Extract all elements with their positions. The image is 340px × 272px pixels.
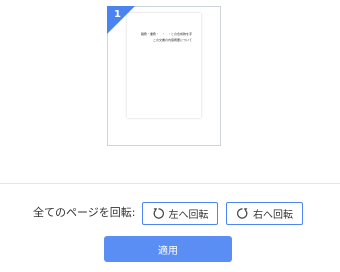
rotate-all-label: 全てのページを回転: [33,206,136,219]
page-sheet: 職務・業務・ ・ ・との合成物を手 この文書の内容概要について [127,13,201,118]
document-text-line: この文書の内容概要について [153,38,192,42]
divider [0,183,340,184]
rotate-left-label: 左へ回転 [168,210,209,221]
rotate-right-button[interactable]: 右へ回転 [226,202,303,225]
rotate-right-label: 右へ回転 [253,210,293,221]
rotate-all-row: 全てのページを回転: 左へ回転 右へ回転 [0,201,340,227]
page-number-badge: 1 [107,6,135,34]
page-preview-area: 職務・業務・ ・ ・との合成物を手 この文書の内容概要について 1 [0,0,340,183]
badge-corner [107,6,135,34]
rotate-pages-panel: 職務・業務・ ・ ・との合成物を手 この文書の内容概要について 1 全てのページ… [0,0,340,272]
rotate-right-icon [237,208,248,219]
rotate-left-button[interactable]: 左へ回転 [142,202,218,225]
apply-button[interactable]: 適用 [104,236,232,262]
page-thumbnail[interactable]: 職務・業務・ ・ ・との合成物を手 この文書の内容概要について 1 [107,6,221,146]
rotate-left-icon [153,208,164,219]
page-number: 1 [114,9,121,20]
document-text-line: 職務・業務・ ・ ・との合成物を手 [141,32,192,36]
